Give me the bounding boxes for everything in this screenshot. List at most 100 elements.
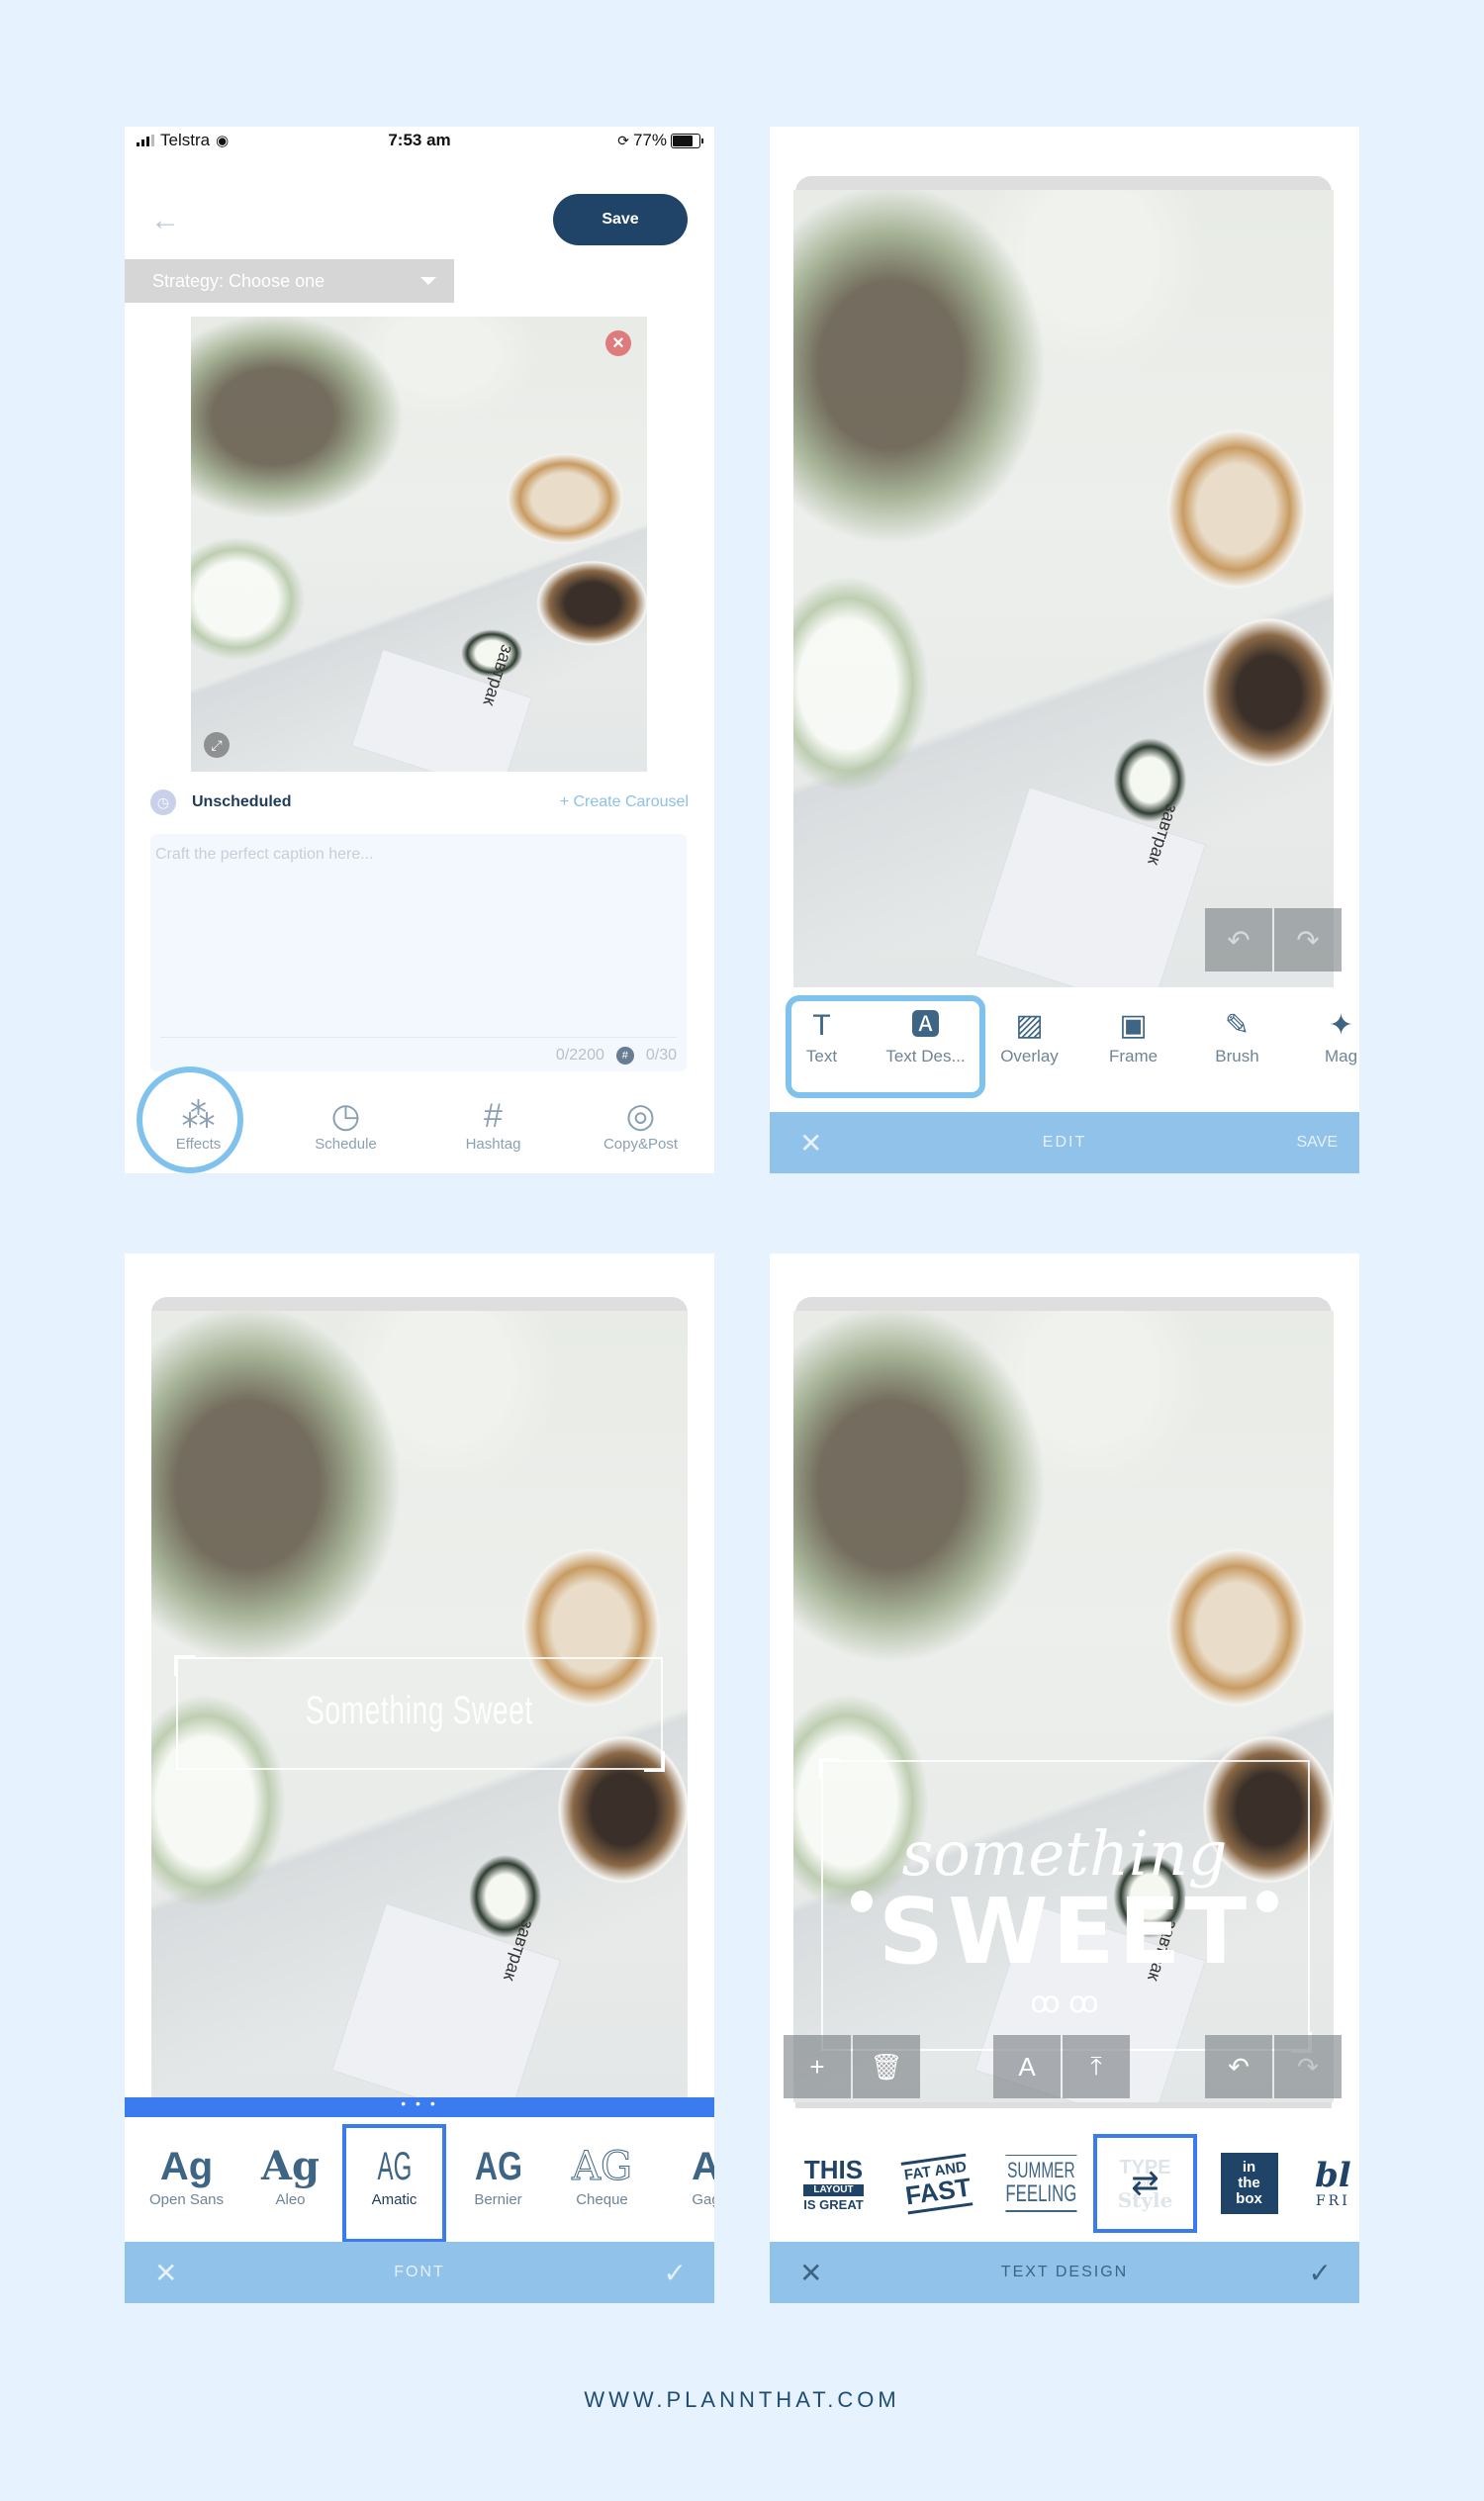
website-url[interactable]: WWW.PLANNTHAT.COM [0, 2387, 1484, 2413]
hashtag-badge-icon: # [615, 1047, 634, 1065]
expand-icon[interactable]: ⤢ [204, 732, 230, 758]
layer-tools-left: + 🗑 [784, 2035, 920, 2098]
font-screen: завтрак Something Sweet • • • Ag Open San… [125, 1253, 714, 2303]
close-icon[interactable]: ✕ [154, 2257, 177, 2289]
tool-label: Frame [1108, 1047, 1159, 1065]
close-icon[interactable]: ✕ [799, 1127, 822, 1159]
schedule-row: ◷ Unscheduled + Create Carousel [150, 787, 695, 817]
font-gag[interactable]: A Gag [654, 2124, 714, 2243]
bar-title: EDIT [1042, 1134, 1087, 1151]
undo-button[interactable]: ↶ [1205, 2035, 1272, 2098]
create-carousel-link[interactable]: + Create Carousel [560, 793, 689, 811]
design-in-the-box[interactable]: in the box [1197, 2124, 1301, 2243]
arrow-left-icon[interactable]: ← [150, 204, 180, 237]
edit-bar: ✕ EDIT SAVE [770, 1112, 1359, 1173]
design-fat-and-fast[interactable]: FAT AND FAST [885, 2124, 989, 2243]
text-selection-box[interactable]: Something Sweet [174, 1655, 665, 1772]
edit-image[interactable]: завтрак [793, 190, 1334, 987]
checkmark-icon[interactable]: ✓ [664, 2257, 687, 2289]
nav-hashtag[interactable]: # Hashtag [419, 1076, 567, 1173]
upload-icon: ⤒ [1090, 2051, 1102, 2081]
add-button[interactable]: + [784, 2035, 851, 2098]
nav-label: Hashtag [465, 1136, 521, 1153]
menu-card: завтрак [975, 787, 1205, 987]
upload-button[interactable]: ⤒ [1063, 2035, 1130, 2098]
chevron-down-icon [420, 277, 436, 285]
instagram-icon: ◎ [625, 1097, 656, 1135]
text-design-list: THIS LAYOUT IS GREAT FAT AND FAST SUMMER… [770, 2124, 1359, 2243]
strategy-select[interactable]: Strategy: Choose one [125, 259, 454, 303]
hashtag-count: 0/30 [645, 1047, 677, 1064]
redo-button[interactable]: ↷ [1274, 908, 1342, 972]
drag-handle[interactable]: • • • [125, 2096, 714, 2117]
hashtag-icon: # [484, 1097, 503, 1135]
tool-label: Mag [1324, 1047, 1358, 1065]
strategy-value: Strategy: Choose one [152, 270, 325, 291]
edit-tools-screen: завтрак ↶ ↷ T Text 🅰 Text Des... ▨ Overlay … [770, 127, 1359, 1173]
tool-overlay[interactable]: ▨ Overlay [977, 987, 1081, 1096]
battery-icon [671, 133, 703, 148]
nav-label: Copy&Post [603, 1136, 679, 1153]
font-label: Bernier [474, 2191, 522, 2208]
font-label: Amatic [371, 2191, 417, 2208]
tool-label: Overlay [1000, 1047, 1059, 1065]
font-sample: AG [572, 2144, 633, 2190]
save-button[interactable]: SAVE [1297, 1134, 1339, 1152]
font-cheque[interactable]: AG Cheque [550, 2124, 654, 2243]
save-button[interactable]: Save [553, 194, 688, 245]
design-line: SUMMER [1007, 2158, 1075, 2183]
post-editor-screen: Telstra ◉ 7:53 am ⟳ 77% ← Save Strategy:… [125, 127, 714, 1173]
tool-brush[interactable]: ✎ Brush [1185, 987, 1289, 1096]
brush-icon: ✎ [1224, 1009, 1251, 1042]
tool-magic[interactable]: ✦ Mag [1289, 987, 1359, 1096]
bar-title: FONT [394, 2264, 445, 2280]
font-aleo[interactable]: Ag Aleo [238, 2124, 342, 2243]
overlay-icon: ▨ [1015, 1009, 1044, 1042]
undo-button[interactable]: ↶ [1205, 908, 1272, 972]
layer-tools-center: A ⤒ [993, 2035, 1130, 2098]
flourish-ornament: ꝏ ꝏ [1030, 1987, 1099, 2019]
text-design-screen: завтрак something SWEET ꝏ ꝏ + 🗑 A ⤒ ↶ ↷ … [770, 1253, 1359, 2303]
shuffle-icon: ⇄ [1131, 2165, 1159, 2202]
design-line: FAST [903, 2171, 974, 2210]
nav-copy-post[interactable]: ◎ Copy&Post [567, 1076, 714, 1173]
battery-percent: 77% [632, 131, 667, 149]
close-icon[interactable]: ✕ [799, 2257, 822, 2289]
menu-card: завтрак [332, 1903, 560, 2102]
overlay-text-bold: SWEET [878, 1879, 1252, 1985]
effects-highlight-ring [137, 1066, 243, 1173]
design-line: IS GREAT [803, 2196, 864, 2212]
font-bernier[interactable]: AG Bernier [446, 2124, 550, 2243]
design-line: THIS [803, 2154, 864, 2184]
add-icon: + [809, 2051, 825, 2082]
nav-schedule[interactable]: ◷ Schedule [272, 1076, 419, 1173]
design-line: the [1238, 2175, 1260, 2192]
design-type-with-style[interactable]: TYPE with Style ⇄ [1093, 2134, 1197, 2233]
design-summer-feeling[interactable]: SUMMER FEELING [989, 2124, 1093, 2243]
character-count: 0/2200 [555, 1047, 604, 1064]
menu-card: завтрак [352, 642, 531, 772]
redo-icon: ↷ [1297, 2051, 1319, 2082]
font-list: Ag Open Sans Ag Aleo AG Amatic AG Bernier AG… [125, 2124, 714, 2243]
font-sample: Ag [159, 2145, 214, 2188]
post-image[interactable]: завтрак [191, 317, 647, 772]
font-sample: Ag [260, 2143, 320, 2189]
magic-icon: ✦ [1328, 1009, 1354, 1042]
tool-frame[interactable]: ▣ Frame [1081, 987, 1185, 1096]
design-bl-fri[interactable]: bl FRI [1301, 2124, 1359, 2243]
close-icon[interactable]: × [605, 330, 631, 356]
font-label: Gag [692, 2191, 714, 2208]
redo-icon: ↷ [1296, 924, 1320, 956]
text-design-bar: ✕ TEXT DESIGN ✓ [770, 2242, 1359, 2303]
design-this-layout-is-great[interactable]: THIS LAYOUT IS GREAT [782, 2124, 885, 2243]
checkmark-icon[interactable]: ✓ [1309, 2257, 1332, 2289]
trash-icon: 🗑 [870, 2051, 903, 2082]
redo-button[interactable]: ↷ [1274, 2035, 1342, 2098]
delete-button[interactable]: 🗑 [853, 2035, 920, 2098]
font-open-sans[interactable]: Ag Open Sans [135, 2124, 238, 2243]
history-controls: ↶ ↷ [1205, 908, 1342, 972]
font-button[interactable]: A [993, 2035, 1061, 2098]
divider [160, 1037, 677, 1038]
font-amatic[interactable]: AG Amatic [342, 2124, 446, 2243]
caption-input[interactable]: Craft the perfect caption here... 0/2200… [150, 834, 687, 1071]
